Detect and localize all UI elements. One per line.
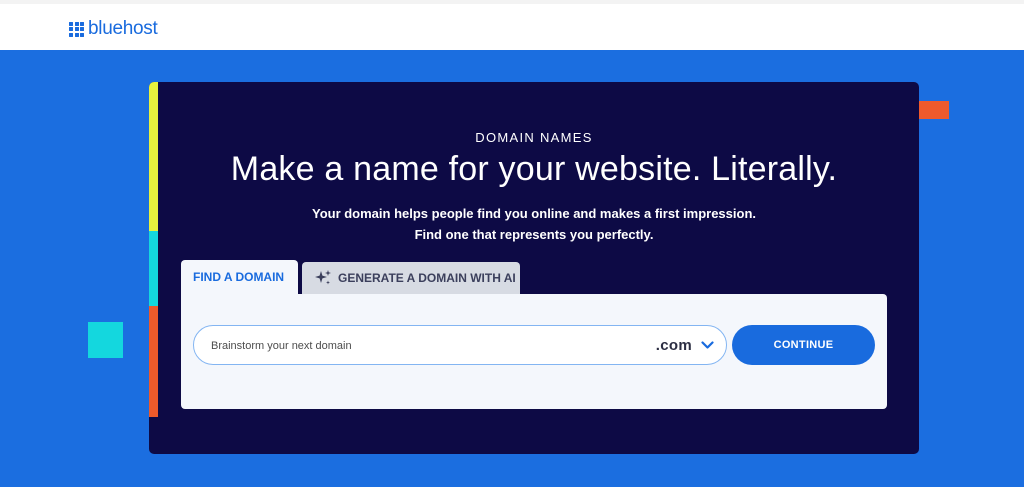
tld-dropdown[interactable]: .com [656,326,714,364]
continue-button[interactable]: CONTINUE [732,325,875,365]
accent-stripe-cyan [149,231,158,306]
page-title: Make a name for your website. Literally. [230,150,838,188]
section-eyebrow: DOMAIN NAMES [475,130,593,145]
decorative-cyan-square-large [88,322,123,358]
search-panel: .com CONTINUE [181,294,887,409]
chevron-down-icon [701,340,714,349]
tab-label: FIND A DOMAIN [193,270,285,284]
subtitle-line-2: Find one that represents you perfectly. [414,227,654,242]
domain-search-input[interactable] [209,335,613,357]
accent-stripe-orange [149,306,158,417]
tab-generate-domain-ai[interactable]: GENERATE A DOMAIN WITH AI [302,262,520,294]
site-header: bluehost [0,4,1024,50]
sparkle-icon [315,270,331,285]
logo-text: bluehost [88,18,158,39]
page-bottom [0,487,1024,503]
domain-search-card: DOMAIN NAMES Make a name for your websit… [149,82,919,454]
tld-selected: .com [655,336,692,354]
tab-find-domain[interactable]: FIND A DOMAIN [181,260,298,294]
domain-search-field: .com [193,325,727,365]
subtitle-line-1: Your domain helps people find you online… [311,206,756,221]
tab-label: GENERATE A DOMAIN WITH AI [338,271,516,285]
bluehost-logo[interactable]: bluehost [69,18,158,40]
logo-grid-icon [69,21,84,37]
